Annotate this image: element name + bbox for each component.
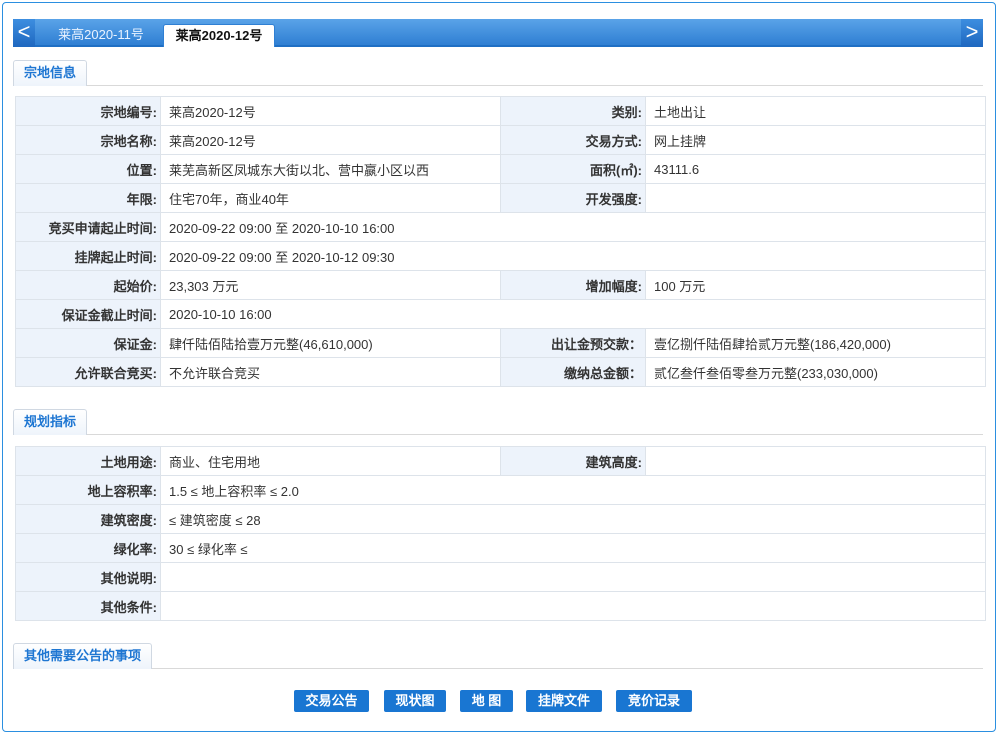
area-label: 面积(㎡): [500, 154, 646, 184]
density-label: 建筑密度: [15, 504, 161, 534]
action-buttons: 交易公告 现状图 地 图 挂牌文件 竞价记录 [3, 690, 997, 714]
table-row: 建筑密度: ≤ 建筑密度 ≤ 28 [15, 504, 986, 534]
table-row: 挂牌起止时间: 2020-09-22 09:00 至 2020-10-12 09… [15, 241, 986, 271]
green-rate-label: 绿化率: [15, 533, 161, 563]
table-row: 保证金: 肆仟陆佰陆拾壹万元整(46,610,000) 出让金预交款： 壹亿捌仟… [15, 328, 986, 358]
density-value: ≤ 建筑密度 ≤ 28 [160, 504, 986, 534]
status-map-button[interactable]: 现状图 [384, 690, 446, 712]
bid-apply-label: 竞买申请起止时间: [15, 212, 161, 242]
tab-parcel-12[interactable]: 莱高2020-12号 [163, 24, 275, 47]
bid-records-button[interactable]: 竞价记录 [616, 690, 692, 712]
other-conditions-value [160, 591, 986, 621]
term-value: 住宅70年，商业40年 [160, 183, 501, 213]
listing-value: 2020-09-22 09:00 至 2020-10-12 09:30 [160, 241, 986, 271]
category-value: 土地出让 [645, 96, 986, 126]
prepay-value: 壹亿捌仟陆佰肆拾贰万元整(186,420,000) [645, 328, 986, 358]
table-row: 宗地名称: 莱高2020-12号 交易方式: 网上挂牌 [15, 125, 986, 155]
table-row: 保证金截止时间: 2020-10-10 16:00 [15, 299, 986, 329]
table-row: 允许联合竞买: 不允许联合竞买 缴纳总金额： 贰亿叁仟叁佰零叁万元整(233,0… [15, 357, 986, 387]
planning-table: 土地用途: 商业、住宅用地 建筑高度: 地上容积率: 1.5 ≤ 地上容积率 ≤… [15, 446, 986, 621]
parcel-name-label: 宗地名称: [15, 125, 161, 155]
prepay-label: 出让金预交款： [500, 328, 646, 358]
land-use-label: 土地用途: [15, 446, 161, 476]
location-value: 莱芜高新区凤城东大街以北、营中嬴小区以西 [160, 154, 501, 184]
table-row: 土地用途: 商业、住宅用地 建筑高度: [15, 446, 986, 476]
tab-parcel-11[interactable]: 莱高2020-11号 [43, 24, 159, 47]
tab-bar: < 莱高2020-11号 莱高2020-12号 > [13, 19, 983, 47]
next-arrow-icon[interactable]: > [961, 19, 983, 47]
start-price-value: 23,303 万元 [160, 270, 501, 300]
green-rate-value: 30 ≤ 绿化率 ≤ [160, 533, 986, 563]
increment-label: 增加幅度: [500, 270, 646, 300]
listing-label: 挂牌起止时间: [15, 241, 161, 271]
other-notes-label: 其他说明: [15, 562, 161, 592]
section-other-header: 其他需要公告的事项 [13, 643, 983, 669]
other-notes-value [160, 562, 986, 592]
total-amount-label: 缴纳总金额： [500, 357, 646, 387]
deposit-deadline-value: 2020-10-10 16:00 [160, 299, 986, 329]
deposit-value: 肆仟陆佰陆拾壹万元整(46,610,000) [160, 328, 501, 358]
table-row: 其他条件: [15, 591, 986, 621]
announcement-button[interactable]: 交易公告 [294, 690, 369, 712]
parcel-no-value: 莱高2020-12号 [160, 96, 501, 126]
increment-value: 100 万元 [645, 270, 986, 300]
category-label: 类别: [500, 96, 646, 126]
land-use-value: 商业、住宅用地 [160, 446, 501, 476]
section-planning-title: 规划指标 [13, 409, 88, 435]
other-conditions-label: 其他条件: [15, 591, 161, 621]
trade-mode-label: 交易方式: [500, 125, 646, 155]
table-row: 位置: 莱芜高新区凤城东大街以北、营中嬴小区以西 面积(㎡): 43111.6 [15, 154, 986, 184]
table-row: 其他说明: [15, 562, 986, 592]
building-height-value [645, 446, 986, 476]
table-row: 年限: 住宅70年，商业40年 开发强度: [15, 183, 986, 213]
table-row: 地上容积率: 1.5 ≤ 地上容积率 ≤ 2.0 [15, 475, 986, 505]
far-label: 地上容积率: [15, 475, 161, 505]
total-amount-value: 贰亿叁仟叁佰零叁万元整(233,030,000) [645, 357, 986, 387]
listing-docs-button[interactable]: 挂牌文件 [526, 690, 602, 712]
prev-arrow-icon[interactable]: < [13, 19, 35, 47]
basic-info-table: 宗地编号: 莱高2020-12号 类别: 土地出让 宗地名称: 莱高2020-1… [15, 96, 986, 387]
section-other-title: 其他需要公告的事项 [13, 643, 153, 669]
bid-apply-value: 2020-09-22 09:00 至 2020-10-10 16:00 [160, 212, 986, 242]
joint-bid-value: 不允许联合竞买 [160, 357, 501, 387]
far-value: 1.5 ≤ 地上容积率 ≤ 2.0 [160, 475, 986, 505]
parcel-no-label: 宗地编号: [15, 96, 161, 126]
location-label: 位置: [15, 154, 161, 184]
section-basic-header: 宗地信息 [13, 60, 983, 86]
intensity-label: 开发强度: [500, 183, 646, 213]
table-row: 绿化率: 30 ≤ 绿化率 ≤ [15, 533, 986, 563]
start-price-label: 起始价: [15, 270, 161, 300]
area-value: 43111.6 [645, 154, 986, 184]
table-row: 起始价: 23,303 万元 增加幅度: 100 万元 [15, 270, 986, 300]
deposit-label: 保证金: [15, 328, 161, 358]
parcel-name-value: 莱高2020-12号 [160, 125, 501, 155]
building-height-label: 建筑高度: [500, 446, 646, 476]
joint-bid-label: 允许联合竞买: [15, 357, 161, 387]
term-label: 年限: [15, 183, 161, 213]
table-row: 宗地编号: 莱高2020-12号 类别: 土地出让 [15, 96, 986, 126]
table-row: 竞买申请起止时间: 2020-09-22 09:00 至 2020-10-10 … [15, 212, 986, 242]
deposit-deadline-label: 保证金截止时间: [15, 299, 161, 329]
section-basic-title: 宗地信息 [13, 60, 88, 86]
trade-mode-value: 网上挂牌 [645, 125, 986, 155]
map-button[interactable]: 地 图 [460, 690, 513, 712]
intensity-value [645, 183, 986, 213]
section-planning-header: 规划指标 [13, 409, 983, 435]
detail-panel: < 莱高2020-11号 莱高2020-12号 > 宗地信息 宗地编号: 莱高2… [2, 2, 996, 732]
